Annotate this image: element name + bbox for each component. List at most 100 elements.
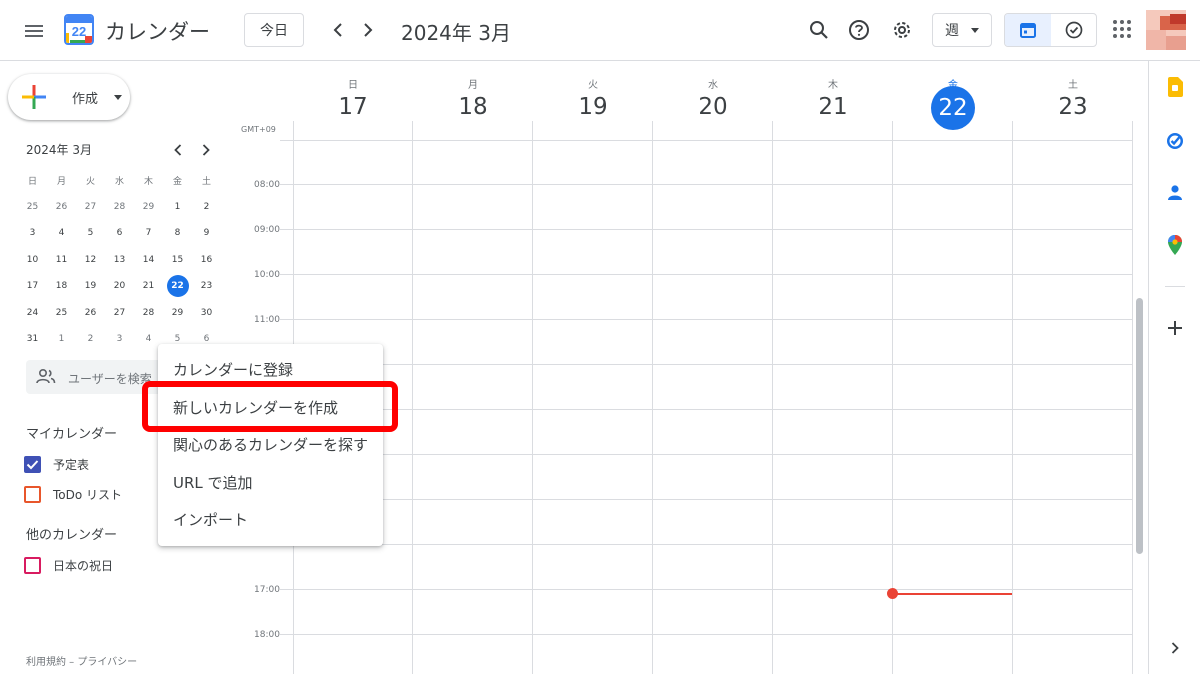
mini-calendar-day[interactable]: 3 [105,326,134,352]
mini-calendar-day[interactable]: 13 [105,247,134,273]
menu-item[interactable]: URL で追加 [158,464,383,501]
grid-row-line [280,409,1132,410]
mini-calendar-day[interactable]: 23 [192,273,221,299]
expand-icon[interactable] [1163,636,1187,660]
calendar-list-item[interactable]: 予定表 [24,453,89,475]
mini-calendar-day[interactable]: 24 [18,300,47,326]
add-icon[interactable] [1163,316,1187,340]
mini-calendar-day[interactable]: 25 [18,194,47,220]
mini-calendar-day[interactable]: 9 [192,220,221,246]
contacts-icon[interactable] [1163,181,1187,205]
view-selector[interactable]: 週 [932,13,992,47]
mini-calendar-day[interactable]: 26 [76,300,105,326]
my-calendars-title: マイカレンダー [26,427,118,442]
tasks-check-icon[interactable] [1051,14,1096,46]
apps-grid-icon[interactable] [1113,20,1133,40]
menu-icon[interactable] [22,19,46,43]
today-date-number[interactable]: 22 [893,86,1013,130]
calendar-view-icon[interactable] [1005,14,1051,46]
create-button[interactable]: 作成 [8,74,130,120]
mini-calendar-day[interactable]: 2 [76,326,105,352]
mini-calendar-day[interactable]: 27 [76,194,105,220]
checkbox[interactable] [24,485,41,503]
chevron-left-icon[interactable] [326,18,350,42]
calendar-list-item[interactable]: 日本の祝日 [24,554,113,576]
day-column-header[interactable]: 金22 [893,62,1013,130]
mini-calendar-day[interactable]: 14 [134,247,163,273]
mini-calendar-today[interactable]: 22 [163,273,192,299]
grid-column-line [412,121,413,674]
mini-next-month-icon[interactable] [198,141,214,159]
calendar-list-label: ToDo リスト [53,487,123,502]
mini-calendar-day[interactable]: 30 [192,300,221,326]
mini-calendar-day[interactable]: 18 [47,273,76,299]
time-label: 18:00 [254,630,280,640]
mini-calendar-day[interactable]: 28 [105,194,134,220]
mini-calendar-day[interactable]: 21 [134,273,163,299]
day-of-week-label: 月 [468,80,478,91]
mini-calendar-day[interactable]: 5 [76,220,105,246]
checkbox[interactable] [24,556,41,574]
mini-calendar-day[interactable]: 16 [192,247,221,273]
footer-links[interactable]: 利用規約 – プライバシー [26,653,137,668]
mini-calendar-day[interactable]: 2 [192,194,221,220]
day-column-header[interactable]: 木 21 [773,62,893,124]
tasks-icon[interactable] [1163,129,1187,153]
mini-calendar-day[interactable]: 1 [47,326,76,352]
help-icon[interactable] [845,16,873,44]
scrollbar[interactable] [1136,298,1143,554]
time-label: 08:00 [254,180,280,190]
calendar-list-item[interactable]: ToDo リスト [24,483,122,505]
mini-prev-month-icon[interactable] [170,141,186,159]
chevron-right-icon[interactable] [356,18,380,42]
today-button[interactable]: 今日 [244,13,304,47]
mini-calendar-weekday: 日 [27,176,37,187]
search-icon[interactable] [805,16,833,44]
mini-calendar-day[interactable]: 28 [134,300,163,326]
date-number[interactable]: 19 [533,94,653,120]
date-number[interactable]: 23 [1013,94,1133,120]
day-column-header[interactable]: 水 20 [653,62,773,124]
mini-calendar-day[interactable]: 29 [163,300,192,326]
mini-calendar-day[interactable]: 4 [47,220,76,246]
grid-row-line [280,140,1132,141]
day-column-header[interactable]: 土 23 [1013,62,1133,124]
keep-icon[interactable] [1163,75,1187,99]
day-column-header[interactable]: 火 19 [533,62,653,124]
date-number[interactable]: 18 [413,94,533,120]
gear-icon[interactable] [888,16,916,44]
mini-calendar-day[interactable]: 10 [18,247,47,273]
view-selector-label: 週 [945,23,959,39]
mini-calendar-day[interactable]: 1 [163,194,192,220]
maps-icon[interactable] [1163,233,1187,257]
menu-item[interactable]: インポート [158,501,383,538]
mini-calendar-day[interactable]: 29 [134,194,163,220]
day-column-header[interactable]: 月 18 [413,62,533,124]
date-number[interactable]: 17 [293,94,413,120]
day-of-week-label: 土 [1068,80,1078,91]
day-of-week-label: 木 [828,80,838,91]
mini-calendar-day[interactable]: 17 [18,273,47,299]
calendar-logo: 22 [64,14,94,45]
mini-calendar-day[interactable]: 19 [76,273,105,299]
mini-calendar-day[interactable]: 31 [18,326,47,352]
mini-calendar-day[interactable]: 7 [134,220,163,246]
create-calendar-menu: カレンダーに登録 新しいカレンダーを作成 関心のあるカレンダーを探す URL で追加イ… [158,344,383,546]
checkbox-checked[interactable] [24,455,41,473]
date-number[interactable]: 21 [773,94,893,120]
time-label: 11:00 [254,315,280,325]
mini-calendar-day[interactable]: 26 [47,194,76,220]
mini-calendar-day[interactable]: 15 [163,247,192,273]
mini-calendar-day[interactable]: 8 [163,220,192,246]
mini-calendar-day[interactable]: 12 [76,247,105,273]
mini-calendar-day[interactable]: 27 [105,300,134,326]
mini-calendar-day[interactable]: 3 [18,220,47,246]
avatar[interactable] [1146,10,1186,50]
mini-calendar-day[interactable]: 25 [47,300,76,326]
mini-calendar-day[interactable]: 6 [105,220,134,246]
grid-column-line [532,121,533,674]
mini-calendar-day[interactable]: 11 [47,247,76,273]
date-number[interactable]: 20 [653,94,773,120]
mini-calendar-day[interactable]: 20 [105,273,134,299]
day-column-header[interactable]: 日 17 [293,62,413,124]
